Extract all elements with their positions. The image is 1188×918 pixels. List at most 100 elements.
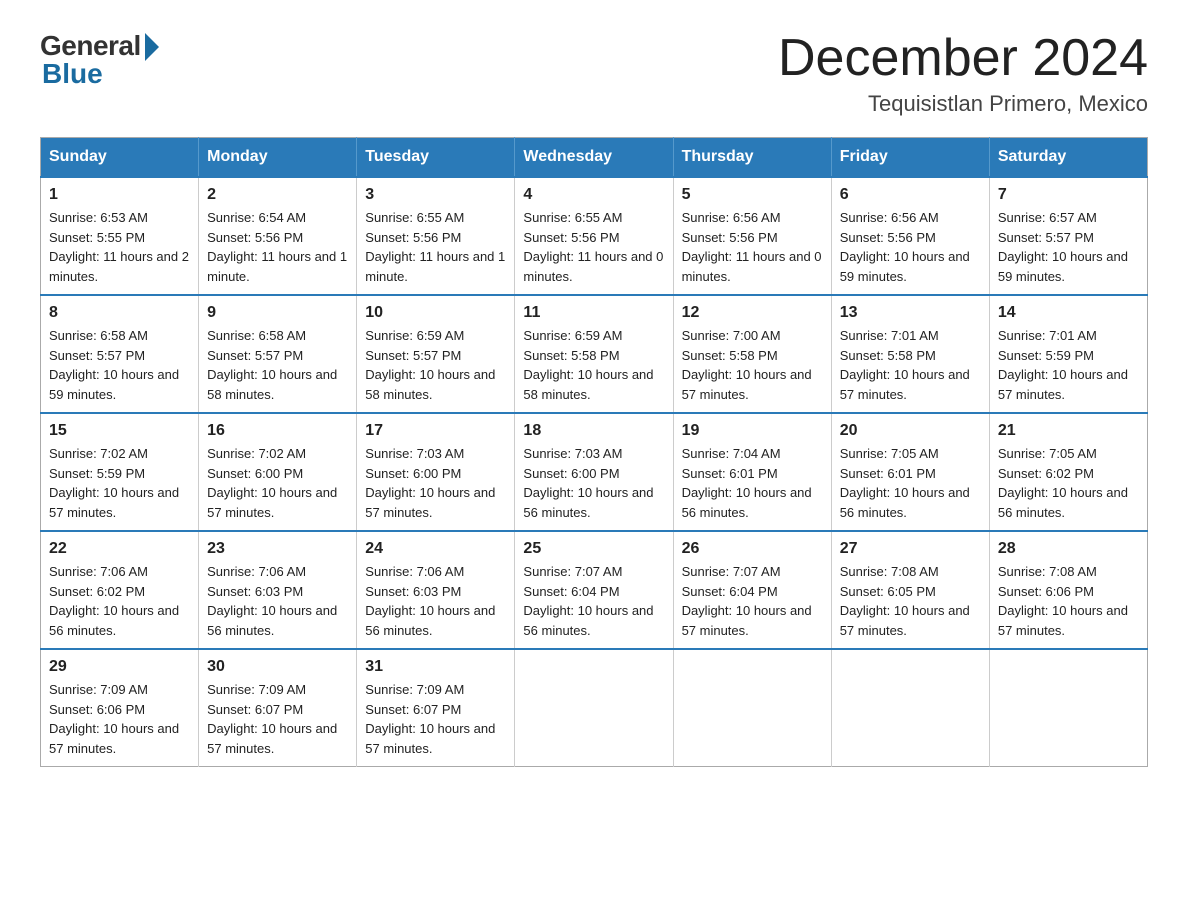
day-number: 6 [840,186,981,204]
day-info: Sunrise: 6:55 AMSunset: 5:56 PMDaylight:… [365,208,506,286]
calendar-cell: 25 Sunrise: 7:07 AMSunset: 6:04 PMDayligh… [515,531,673,649]
day-info: Sunrise: 6:56 AMSunset: 5:56 PMDaylight:… [840,208,981,286]
day-info: Sunrise: 7:01 AMSunset: 5:58 PMDaylight:… [840,326,981,404]
calendar-cell: 8 Sunrise: 6:58 AMSunset: 5:57 PMDaylight… [41,295,199,413]
day-number: 9 [207,304,348,322]
day-info: Sunrise: 7:06 AMSunset: 6:02 PMDaylight:… [49,562,190,640]
calendar-cell: 27Sunrise: 7:08 AMSunset: 6:05 PMDayligh… [831,531,989,649]
day-info: Sunrise: 7:08 AMSunset: 6:06 PMDaylight:… [998,562,1139,640]
calendar-body: 1 Sunrise: 6:53 AMSunset: 5:55 PMDaylight… [41,177,1148,767]
col-header-monday: Monday [199,138,357,178]
col-header-saturday: Saturday [989,138,1147,178]
day-number: 31 [365,658,506,676]
day-number: 20 [840,422,981,440]
day-number: 1 [49,186,190,204]
week-row-1: 1 Sunrise: 6:53 AMSunset: 5:55 PMDaylight… [41,177,1148,295]
calendar-cell: 12Sunrise: 7:00 AMSunset: 5:58 PMDayligh… [673,295,831,413]
calendar-cell: 24 Sunrise: 7:06 AMSunset: 6:03 PMDayligh… [357,531,515,649]
calendar-cell [673,649,831,767]
calendar-cell: 4 Sunrise: 6:55 AMSunset: 5:56 PMDaylight… [515,177,673,295]
week-row-5: 29 Sunrise: 7:09 AMSunset: 6:06 PMDayligh… [41,649,1148,767]
day-number: 17 [365,422,506,440]
day-info: Sunrise: 6:59 AMSunset: 5:58 PMDaylight:… [523,326,664,404]
calendar-cell [831,649,989,767]
day-number: 22 [49,540,190,558]
calendar-cell: 20 Sunrise: 7:05 AMSunset: 6:01 PMDayligh… [831,413,989,531]
day-number: 14 [998,304,1139,322]
calendar-cell: 19Sunrise: 7:04 AMSunset: 6:01 PMDayligh… [673,413,831,531]
calendar-cell [989,649,1147,767]
logo: General Blue [40,30,159,90]
calendar-cell: 14 Sunrise: 7:01 AMSunset: 5:59 PMDayligh… [989,295,1147,413]
day-number: 4 [523,186,664,204]
day-info: Sunrise: 7:07 AMSunset: 6:04 PMDaylight:… [682,562,823,640]
calendar-cell: 5Sunrise: 6:56 AMSunset: 5:56 PMDaylight… [673,177,831,295]
day-number: 24 [365,540,506,558]
col-header-friday: Friday [831,138,989,178]
calendar-table: SundayMondayTuesdayWednesdayThursdayFrid… [40,137,1148,767]
day-number: 16 [207,422,348,440]
day-info: Sunrise: 6:58 AMSunset: 5:57 PMDaylight:… [49,326,190,404]
day-info: Sunrise: 7:06 AMSunset: 6:03 PMDaylight:… [365,562,506,640]
day-info: Sunrise: 7:03 AMSunset: 6:00 PMDaylight:… [523,444,664,522]
day-number: 19 [682,422,823,440]
day-number: 10 [365,304,506,322]
calendar-cell: 22 Sunrise: 7:06 AMSunset: 6:02 PMDayligh… [41,531,199,649]
calendar-cell: 21 Sunrise: 7:05 AMSunset: 6:02 PMDayligh… [989,413,1147,531]
calendar-cell: 16 Sunrise: 7:02 AMSunset: 6:00 PMDayligh… [199,413,357,531]
day-info: Sunrise: 7:09 AMSunset: 6:07 PMDaylight:… [365,680,506,758]
calendar-cell: 26 Sunrise: 7:07 AMSunset: 6:04 PMDayligh… [673,531,831,649]
calendar-cell: 9 Sunrise: 6:58 AMSunset: 5:57 PMDaylight… [199,295,357,413]
calendar-cell: 13 Sunrise: 7:01 AMSunset: 5:58 PMDayligh… [831,295,989,413]
day-info: Sunrise: 7:09 AMSunset: 6:07 PMDaylight:… [207,680,348,758]
day-info: Sunrise: 7:03 AMSunset: 6:00 PMDaylight:… [365,444,506,522]
day-number: 3 [365,186,506,204]
day-info: Sunrise: 6:55 AMSunset: 5:56 PMDaylight:… [523,208,664,286]
day-number: 7 [998,186,1139,204]
calendar-cell: 1 Sunrise: 6:53 AMSunset: 5:55 PMDaylight… [41,177,199,295]
day-info: Sunrise: 7:02 AMSunset: 6:00 PMDaylight:… [207,444,348,522]
day-info: Sunrise: 7:09 AMSunset: 6:06 PMDaylight:… [49,680,190,758]
calendar-cell: 28Sunrise: 7:08 AMSunset: 6:06 PMDayligh… [989,531,1147,649]
day-info: Sunrise: 6:53 AMSunset: 5:55 PMDaylight:… [49,208,190,286]
calendar-cell: 11Sunrise: 6:59 AMSunset: 5:58 PMDayligh… [515,295,673,413]
day-number: 18 [523,422,664,440]
month-title: December 2024 [778,30,1148,87]
calendar-cell: 7Sunrise: 6:57 AMSunset: 5:57 PMDaylight… [989,177,1147,295]
day-number: 26 [682,540,823,558]
day-info: Sunrise: 6:56 AMSunset: 5:56 PMDaylight:… [682,208,823,286]
day-number: 25 [523,540,664,558]
day-info: Sunrise: 6:58 AMSunset: 5:57 PMDaylight:… [207,326,348,404]
calendar-cell [515,649,673,767]
logo-arrow-icon [145,33,159,61]
week-row-4: 22 Sunrise: 7:06 AMSunset: 6:02 PMDayligh… [41,531,1148,649]
calendar-cell: 2Sunrise: 6:54 AMSunset: 5:56 PMDaylight… [199,177,357,295]
day-number: 27 [840,540,981,558]
day-number: 2 [207,186,348,204]
week-row-3: 15Sunrise: 7:02 AMSunset: 5:59 PMDayligh… [41,413,1148,531]
calendar-header-row: SundayMondayTuesdayWednesdayThursdayFrid… [41,138,1148,178]
calendar-cell: 10 Sunrise: 6:59 AMSunset: 5:57 PMDayligh… [357,295,515,413]
location-title: Tequisistlan Primero, Mexico [778,91,1148,117]
calendar-cell: 29 Sunrise: 7:09 AMSunset: 6:06 PMDayligh… [41,649,199,767]
page-header: General Blue December 2024 Tequisistlan … [40,30,1148,117]
calendar-cell: 17 Sunrise: 7:03 AMSunset: 6:00 PMDayligh… [357,413,515,531]
day-number: 13 [840,304,981,322]
day-number: 29 [49,658,190,676]
day-info: Sunrise: 7:07 AMSunset: 6:04 PMDaylight:… [523,562,664,640]
day-number: 21 [998,422,1139,440]
calendar-cell: 31 Sunrise: 7:09 AMSunset: 6:07 PMDayligh… [357,649,515,767]
calendar-cell: 18 Sunrise: 7:03 AMSunset: 6:00 PMDayligh… [515,413,673,531]
day-number: 8 [49,304,190,322]
day-number: 23 [207,540,348,558]
week-row-2: 8 Sunrise: 6:58 AMSunset: 5:57 PMDaylight… [41,295,1148,413]
col-header-tuesday: Tuesday [357,138,515,178]
col-header-thursday: Thursday [673,138,831,178]
day-number: 30 [207,658,348,676]
day-info: Sunrise: 7:05 AMSunset: 6:02 PMDaylight:… [998,444,1139,522]
day-info: Sunrise: 6:59 AMSunset: 5:57 PMDaylight:… [365,326,506,404]
day-info: Sunrise: 7:05 AMSunset: 6:01 PMDaylight:… [840,444,981,522]
calendar-cell: 23Sunrise: 7:06 AMSunset: 6:03 PMDayligh… [199,531,357,649]
day-info: Sunrise: 7:01 AMSunset: 5:59 PMDaylight:… [998,326,1139,404]
day-number: 12 [682,304,823,322]
